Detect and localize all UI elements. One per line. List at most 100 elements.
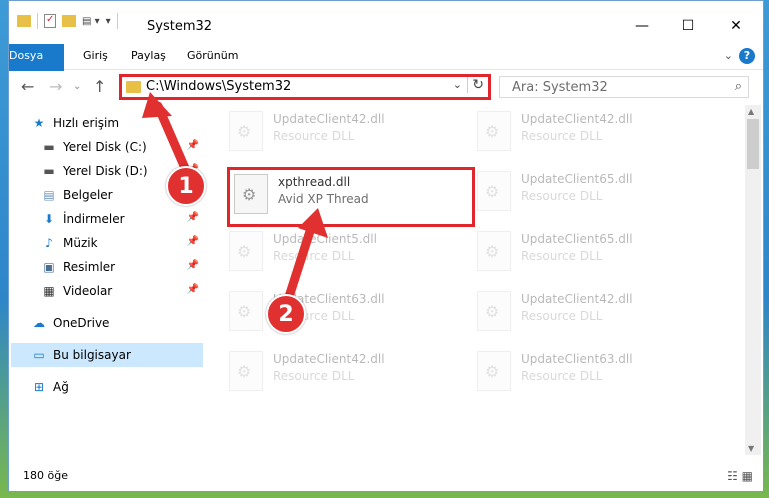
search-icon[interactable]: ⌕ — [735, 79, 742, 94]
sidebar-item-this-pc[interactable]: ▭ Bu bilgisayar — [11, 343, 203, 367]
sidebar-item-label: İndirmeler — [63, 212, 125, 226]
sidebar-item-onedrive[interactable]: ☁ OneDrive — [31, 311, 203, 335]
music-icon: ♪ — [45, 236, 53, 250]
file-name: UpdateClient63.dll — [521, 352, 633, 366]
close-button[interactable]: ✕ — [713, 11, 759, 41]
sidebar-item-quick-access[interactable]: ★ Hızlı erişim — [31, 111, 225, 135]
file-item[interactable]: UpdateClient42.dll Resource DLL — [229, 111, 464, 159]
sidebar-item-label: Bu bilgisayar — [53, 348, 131, 362]
tab-home[interactable]: Giriş — [71, 44, 120, 68]
properties-icon[interactable]: ✓ — [44, 14, 56, 28]
documents-icon: ▤ — [43, 188, 55, 202]
up-button[interactable]: ↑ — [93, 77, 106, 96]
file-type: Resource DLL — [273, 249, 355, 263]
file-item[interactable]: UpdateClient63.dll Resource DLL — [229, 291, 464, 339]
search-box[interactable]: Ara: System32 ⌕ — [499, 76, 749, 98]
search-input[interactable]: Ara: System32 — [512, 80, 608, 95]
file-type: Resource DLL — [521, 369, 603, 383]
view-toggle-icons[interactable]: ☷ ▦ — [727, 469, 753, 483]
vertical-scrollbar[interactable]: ▲ ▼ — [745, 105, 761, 455]
file-name: UpdateClient42.dll — [521, 292, 633, 306]
maximize-button[interactable]: ☐ — [665, 11, 711, 41]
network-icon: ⊞ — [33, 380, 45, 394]
sidebar-item-label: Resimler — [63, 260, 116, 274]
title-bar: ✓ ▤ ▾ ▾ System32 — ☐ ✕ — [9, 1, 763, 41]
expand-ribbon-icon[interactable]: ⌄ — [724, 49, 733, 62]
navigation-bar: ← → ⌄ ↑ C:\Windows\System32 ⌄ ↻ Ara: Sys… — [9, 71, 763, 103]
file-type: Resource DLL — [273, 369, 355, 383]
folder-icon — [126, 81, 141, 93]
dll-file-icon — [477, 231, 511, 271]
file-name: UpdateClient65.dll — [521, 172, 633, 186]
sidebar-item-label: Yerel Disk (C:) — [63, 140, 147, 154]
address-path[interactable]: C:\Windows\System32 — [146, 79, 291, 94]
divider — [37, 13, 38, 29]
sidebar-item-videos[interactable]: ▦ Videolar 📌 — [41, 279, 203, 303]
file-item[interactable]: UpdateClient65.dll Resource DLL — [477, 171, 712, 219]
dropdown-icon[interactable]: ▾ — [106, 16, 111, 27]
sidebar-item-label: Yerel Disk (D:) — [63, 164, 148, 178]
forward-button[interactable]: → — [49, 77, 62, 96]
dll-file-icon — [229, 111, 263, 151]
file-type: Resource DLL — [521, 189, 603, 203]
file-name: xpthread.dll — [278, 175, 351, 189]
status-bar: 180 öğe ☷ ▦ — [9, 463, 763, 491]
scrollbar-thumb[interactable] — [747, 119, 759, 169]
dll-file-icon — [477, 291, 511, 331]
minimize-button[interactable]: — — [619, 11, 665, 41]
file-type: Resource DLL — [273, 129, 355, 143]
dll-file-icon — [229, 291, 263, 331]
sidebar-item-pictures[interactable]: ▣ Resimler 📌 — [41, 255, 203, 279]
quick-access-toolbar: ✓ ▤ ▾ ▾ — [17, 13, 118, 29]
file-item[interactable]: UpdateClient42.dll Resource DLL — [477, 291, 712, 339]
chevron-down-icon[interactable]: ⌄ — [453, 78, 462, 91]
explorer-window: ✓ ▤ ▾ ▾ System32 — ☐ ✕ Dosya Giriş Payla… — [8, 0, 764, 492]
file-item[interactable]: UpdateClient63.dll Resource DLL — [477, 351, 712, 399]
star-icon: ★ — [33, 116, 45, 130]
pin-icon: 📌 — [186, 212, 199, 223]
sidebar-item-drive-c[interactable]: ▬ Yerel Disk (C:) 📌 — [41, 135, 203, 159]
scroll-down-icon[interactable]: ▼ — [748, 444, 754, 453]
file-item[interactable]: UpdateClient5.dll Resource DLL — [229, 231, 464, 279]
sidebar-item-label: Videolar — [63, 284, 113, 298]
file-list: UpdateClient42.dll Resource DLL UpdateCl… — [219, 105, 739, 460]
dll-file-icon — [477, 111, 511, 151]
file-type: Resource DLL — [521, 309, 603, 323]
pin-icon: 📌 — [186, 260, 199, 271]
tab-share[interactable]: Paylaş — [119, 44, 178, 68]
scroll-up-icon[interactable]: ▲ — [748, 107, 754, 116]
help-icon[interactable]: ? — [739, 48, 755, 64]
file-name: UpdateClient42.dll — [521, 112, 633, 126]
step-badge-1: 1 — [166, 166, 206, 206]
divider — [116, 13, 118, 29]
refresh-icon[interactable]: ↻ — [467, 77, 484, 93]
tab-view[interactable]: Görünüm — [175, 44, 250, 68]
ribbon-tabs: Dosya Giriş Paylaş Görünüm ⌄ ? — [9, 44, 763, 92]
file-name: UpdateClient42.dll — [273, 112, 385, 126]
sidebar-item-music[interactable]: ♪ Müzik 📌 — [41, 231, 203, 255]
new-folder-icon[interactable] — [62, 15, 76, 27]
recent-locations-icon[interactable]: ⌄ — [73, 81, 81, 92]
sidebar-item-downloads[interactable]: ⬇ İndirmeler 📌 — [41, 207, 203, 231]
file-name: UpdateClient65.dll — [521, 232, 633, 246]
dll-file-icon — [477, 171, 511, 211]
file-item[interactable]: UpdateClient42.dll Resource DLL — [229, 351, 464, 399]
back-button[interactable]: ← — [21, 77, 34, 96]
download-icon: ⬇ — [43, 212, 55, 226]
cloud-icon: ☁ — [33, 316, 45, 330]
sidebar-item-network[interactable]: ⊞ Ağ — [31, 375, 203, 399]
dll-file-icon — [229, 231, 263, 271]
window-title: System32 — [147, 19, 213, 34]
customize-qat-icon[interactable]: ▤ ▾ — [82, 16, 100, 27]
file-name: UpdateClient5.dll — [273, 232, 377, 246]
file-item-xpthread[interactable]: xpthread.dll Avid XP Thread — [227, 167, 475, 227]
videos-icon: ▦ — [43, 284, 55, 298]
pin-icon: 📌 — [186, 140, 199, 151]
computer-icon: ▭ — [33, 348, 45, 362]
sidebar-item-label: Müzik — [63, 236, 98, 250]
folder-icon — [17, 15, 31, 27]
address-bar[interactable]: C:\Windows\System32 ⌄ ↻ — [119, 74, 491, 100]
file-item[interactable]: UpdateClient65.dll Resource DLL — [477, 231, 712, 279]
file-item[interactable]: UpdateClient42.dll Resource DLL — [477, 111, 712, 159]
navigation-pane: ★ Hızlı erişim ▬ Yerel Disk (C:) 📌 ▬ Yer… — [9, 105, 209, 460]
